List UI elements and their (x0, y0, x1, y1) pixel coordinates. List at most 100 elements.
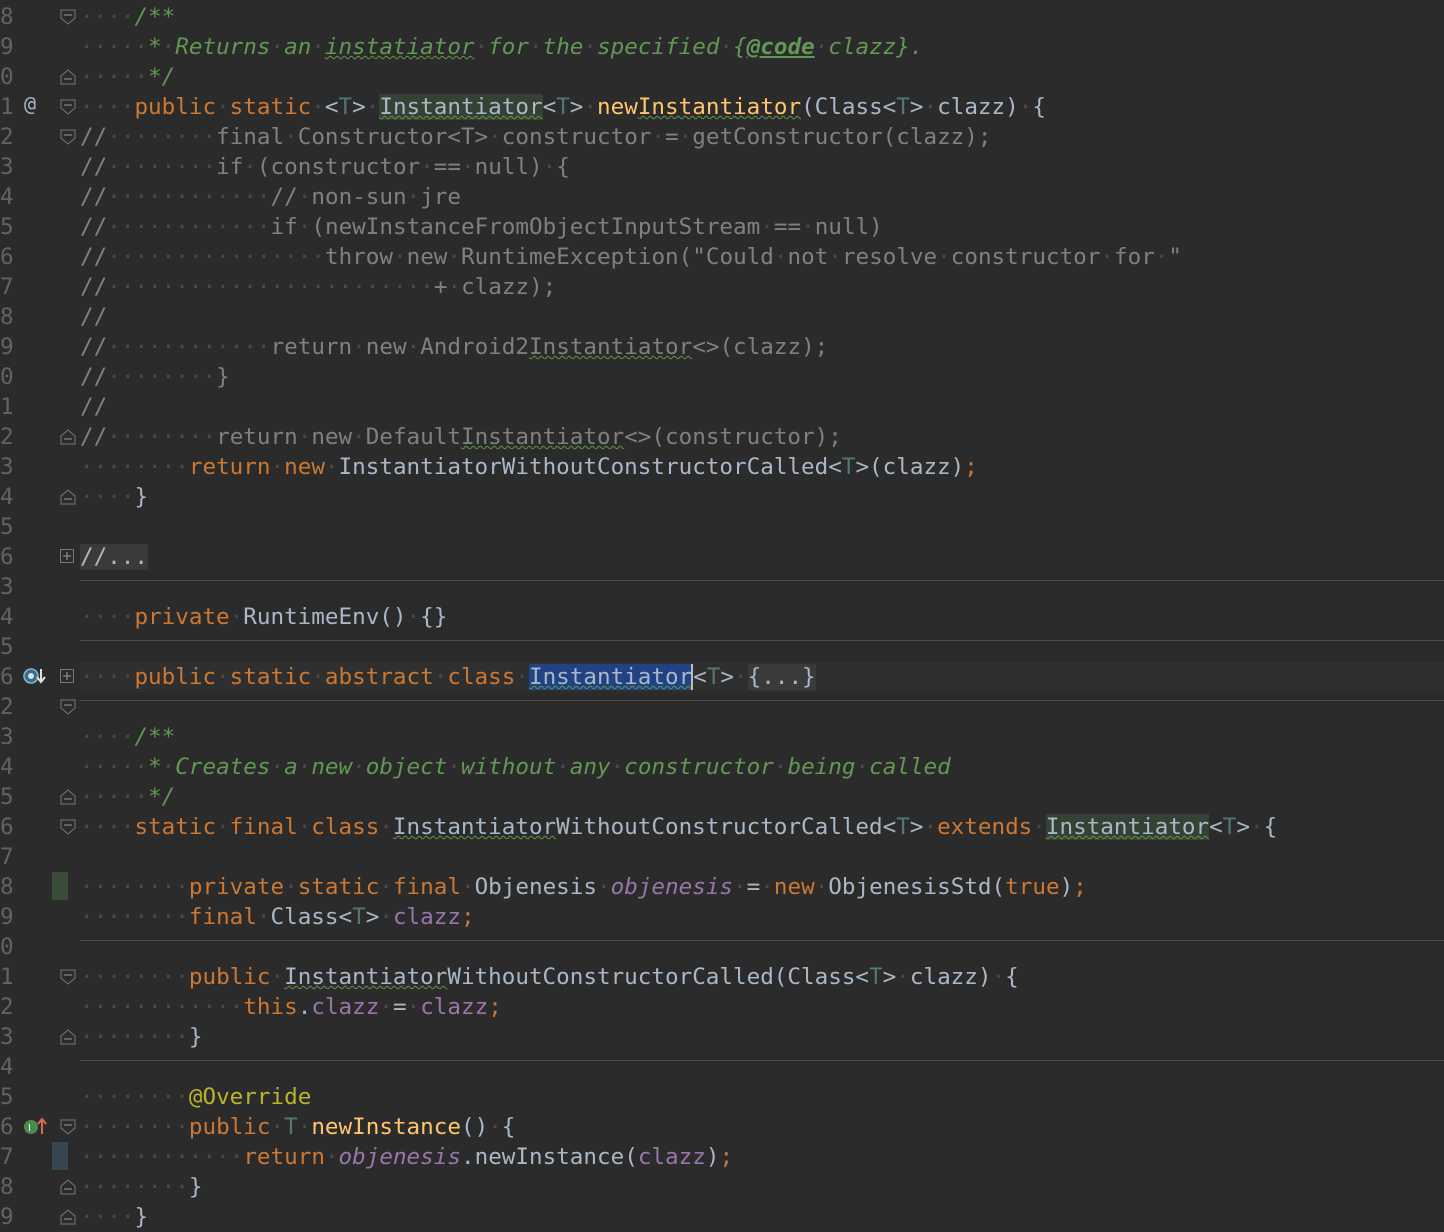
code-text[interactable]: //············//·non-sun·jre (80, 184, 461, 210)
code-line[interactable]: 6 I ········public·T·newInstance()·{ (0, 1112, 1444, 1142)
fold-collapse-icon[interactable] (60, 429, 76, 445)
fold-collapse-icon[interactable] (60, 969, 76, 985)
fold-collapse-icon[interactable] (60, 69, 76, 85)
code-text[interactable]: //············return·new·Android2Instant… (80, 334, 828, 360)
code-line[interactable]: 2 ············this.clazz·=·clazz; (0, 992, 1444, 1022)
code-text[interactable]: ····public·static·<T>·Instantiator<T>·ne… (80, 94, 1046, 120)
code-line[interactable]: 0 (0, 932, 1444, 962)
code-text[interactable]: //········return·new·DefaultInstantiator… (80, 424, 842, 450)
code-text[interactable]: // (80, 394, 107, 420)
code-text[interactable]: ·····*·Returns·an·instatiator·for·the·sp… (80, 34, 924, 60)
fold-collapse-icon[interactable] (60, 99, 76, 115)
code-text[interactable]: //... (80, 544, 149, 570)
code-text[interactable]: ····public·static·abstract·class·Instant… (80, 664, 816, 690)
code-text[interactable]: // (80, 304, 107, 330)
override-at-icon[interactable]: @ (24, 92, 36, 116)
code-line[interactable]: 1 @ ····public·static·<T>·Instantiator<T>·… (0, 92, 1444, 122)
folded-region[interactable]: //... (80, 544, 149, 570)
implements-method-icon[interactable]: I (22, 1116, 48, 1143)
fold-expand-icon[interactable] (60, 549, 74, 563)
code-line[interactable]: 0 ·····*/ (0, 62, 1444, 92)
fold-collapse-icon[interactable] (60, 1029, 76, 1045)
code-text[interactable]: //········final·Constructor<T>·construct… (80, 124, 992, 150)
code-text[interactable]: ········return·new·InstantiatorWithoutCo… (80, 454, 978, 480)
code-line[interactable]: 6 //················throw·new·RuntimeExce… (0, 242, 1444, 272)
fold-collapse-icon[interactable] (60, 1119, 76, 1135)
fold-collapse-icon[interactable] (60, 819, 76, 835)
fold-collapse-icon[interactable] (60, 789, 76, 805)
code-text[interactable]: ········public·InstantiatorWithoutConstr… (80, 964, 1019, 990)
code-text[interactable]: ········} (80, 1174, 202, 1200)
code-line[interactable]: 7 ············return·objenesis.newInstanc… (0, 1142, 1444, 1172)
code-line[interactable]: 1 ········public·InstantiatorWithoutConst… (0, 962, 1444, 992)
code-line[interactable]: 9 ·····*·Returns·an·instatiator·for·the·s… (0, 32, 1444, 62)
code-line[interactable]: 8 // (0, 302, 1444, 332)
fold-expand-icon[interactable] (60, 669, 74, 683)
code-text[interactable]: ········} (80, 1024, 202, 1050)
folded-class-body[interactable]: {...} (747, 664, 816, 690)
fold-collapse-icon[interactable] (60, 699, 76, 715)
code-line[interactable]: 3 (0, 572, 1444, 602)
code-text[interactable]: ····} (80, 1204, 148, 1230)
code-line[interactable]: 6 //... (0, 542, 1444, 572)
code-line[interactable]: 9 //············return·new·Android2Instan… (0, 332, 1444, 362)
implemented-by-icon[interactable] (22, 666, 46, 693)
fold-collapse-icon[interactable] (60, 489, 76, 505)
code-line[interactable]: 2 //········final·Constructor<T>·construc… (0, 122, 1444, 152)
modified-line-marker[interactable] (52, 1142, 68, 1170)
code-line[interactable]: 4 ·····*·Creates·a·new·object·without·any… (0, 752, 1444, 782)
code-line[interactable]: 9 ········final·Class<T>·clazz; (0, 902, 1444, 932)
code-text[interactable]: //········if·(constructor·==·null)·{ (80, 154, 570, 180)
code-line[interactable]: 5 (0, 512, 1444, 542)
code-line[interactable]: 8 ········} (0, 1172, 1444, 1202)
code-line[interactable]: 5 ·····*/ (0, 782, 1444, 812)
fold-collapse-icon[interactable] (60, 9, 76, 25)
code-text[interactable]: ····private·RuntimeEnv()·{} (80, 604, 447, 630)
code-line[interactable]: 3 ····/** (0, 722, 1444, 752)
code-line[interactable]: 1 // (0, 392, 1444, 422)
code-line[interactable]: 2 //········return·new·DefaultInstantiato… (0, 422, 1444, 452)
code-line[interactable]: 4 ····private·RuntimeEnv()·{} (0, 602, 1444, 632)
code-text[interactable]: ········private·static·final·Objenesis·o… (80, 874, 1087, 900)
code-line[interactable]: 7 //························+·clazz); (0, 272, 1444, 302)
code-text[interactable]: ·····*·Creates·a·new·object·without·any·… (80, 754, 951, 780)
code-text[interactable]: //················throw·new·RuntimeExcep… (80, 244, 1182, 270)
code-line[interactable]: 9 ····} (0, 1202, 1444, 1232)
code-line[interactable]: 8 ····/** (0, 2, 1444, 32)
code-line[interactable]: 5 ········@Override (0, 1082, 1444, 1112)
code-line[interactable]: 3 ········} (0, 1022, 1444, 1052)
code-line[interactable]: 8 ········private·static·final·Objenesis·… (0, 872, 1444, 902)
code-line[interactable]: 3 //········if·(constructor·==·null)·{ (0, 152, 1444, 182)
code-text[interactable]: ····static·final·class·InstantiatorWitho… (80, 814, 1277, 840)
code-editor[interactable]: 8 ····/** 9 ·····*·Returns·an·instatiator·f… (0, 0, 1444, 1230)
code-line[interactable]: 7 (0, 842, 1444, 872)
code-line[interactable]: 0 //········} (0, 362, 1444, 392)
code-text[interactable]: ········public·T·newInstance()·{ (80, 1114, 515, 1140)
code-text[interactable]: ·····*/ (80, 64, 175, 90)
code-line[interactable]: 6 ····public·static·abstract·class·Instan… (0, 662, 1444, 692)
code-line[interactable]: 6 ····static·final·class·InstantiatorWith… (0, 812, 1444, 842)
fold-collapse-icon[interactable] (60, 1209, 76, 1225)
fold-collapse-icon[interactable] (60, 129, 76, 145)
code-line[interactable]: 2 (0, 692, 1444, 722)
code-text[interactable]: ····} (80, 484, 148, 510)
code-text[interactable]: ····/** (80, 4, 175, 30)
code-line[interactable]: 4 //············//·non-sun·jre (0, 182, 1444, 212)
code-text[interactable]: //········} (80, 364, 230, 390)
code-text[interactable]: ········@Override (80, 1084, 311, 1110)
code-line[interactable]: 5 //············if·(newInstanceFromObject… (0, 212, 1444, 242)
fold-collapse-icon[interactable] (60, 1179, 76, 1195)
code-line[interactable]: 3 ········return·new·InstantiatorWithoutC… (0, 452, 1444, 482)
code-text[interactable]: ············return·objenesis.newInstance… (80, 1144, 733, 1170)
code-text[interactable]: //························+·clazz); (80, 274, 556, 300)
code-line[interactable]: 4 ····} (0, 482, 1444, 512)
code-line[interactable]: 4 (0, 1052, 1444, 1082)
selected-class-name[interactable]: Instantiator (528, 664, 693, 690)
code-text[interactable]: ············this.clazz·=·clazz; (80, 994, 502, 1020)
code-text[interactable]: ····/** (80, 724, 175, 750)
code-text[interactable]: ········final·Class<T>·clazz; (80, 904, 475, 930)
code-text[interactable]: ·····*/ (80, 784, 175, 810)
code-text[interactable]: //············if·(newInstanceFromObjectI… (80, 214, 883, 240)
added-line-marker[interactable] (52, 872, 68, 900)
code-line[interactable]: 5 (0, 632, 1444, 662)
